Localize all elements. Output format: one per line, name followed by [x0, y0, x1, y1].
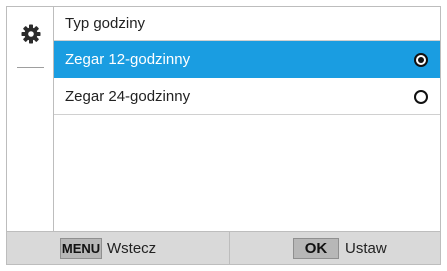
menu-key[interactable]: MENU	[60, 238, 102, 259]
set-label[interactable]: Ustaw	[345, 240, 387, 257]
page-title: Typ godziny	[65, 15, 146, 32]
option-label: Zegar 24-godzinny	[65, 88, 191, 105]
gear-icon[interactable]	[21, 24, 41, 44]
menu-panel: Typ godziny Zegar 12-godzinny Zegar 24-g…	[54, 7, 440, 231]
radio-selected-icon[interactable]	[414, 53, 428, 67]
footer-divider	[229, 232, 230, 265]
option-24h[interactable]: Zegar 24-godzinny	[54, 78, 440, 115]
back-label[interactable]: Wstecz	[107, 240, 156, 257]
option-label: Zegar 12-godzinny	[65, 51, 191, 68]
camera-settings-screen: Typ godziny Zegar 12-godzinny Zegar 24-g…	[0, 0, 447, 271]
sidebar-divider	[17, 67, 44, 68]
ok-key[interactable]: OK	[293, 238, 339, 259]
menu-header: Typ godziny	[54, 7, 440, 41]
settings-frame: Typ godziny Zegar 12-godzinny Zegar 24-g…	[6, 6, 441, 265]
settings-sidebar	[7, 7, 54, 231]
option-12h[interactable]: Zegar 12-godzinny	[54, 41, 440, 78]
footer-bar: MENU Wstecz OK Ustaw	[7, 231, 440, 265]
radio-unselected-icon[interactable]	[414, 90, 428, 104]
